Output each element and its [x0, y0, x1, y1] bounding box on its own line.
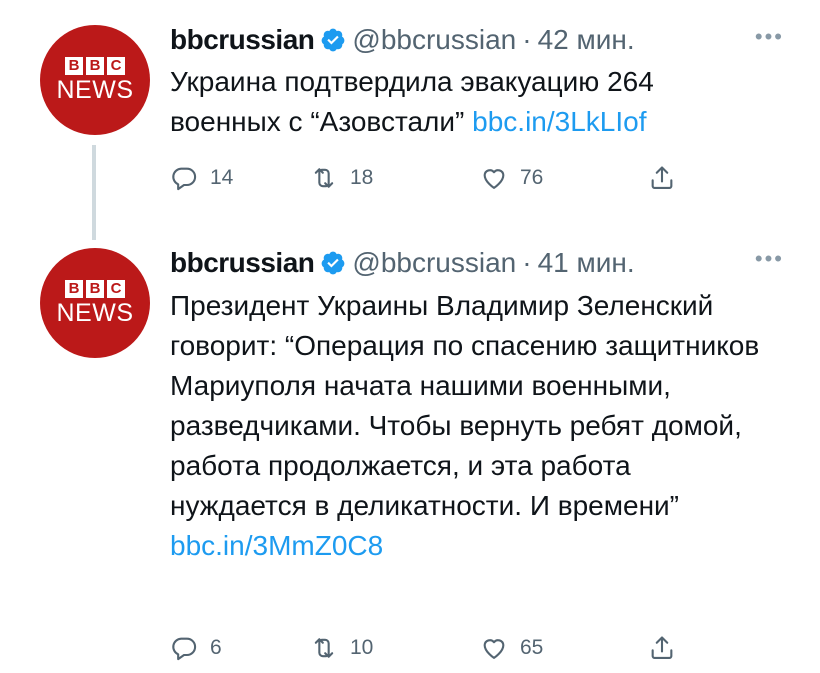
tweet-link[interactable]: bbc.in/3LkLIof [472, 106, 646, 137]
timestamp[interactable]: 41 мин. [538, 247, 635, 279]
reply-icon [172, 167, 197, 191]
display-name[interactable]: bbcrussian [170, 247, 315, 279]
tweet-text: Украина подтвердила эвакуацию 264 военны… [170, 62, 770, 142]
thread-connector-line [92, 145, 96, 240]
avatar[interactable]: B B C NEWS [40, 25, 150, 135]
tweet-link[interactable]: bbc.in/3MmZ0C8 [170, 530, 383, 561]
tweet-header: bbcrussian @bbcrussian · 41 мин. [170, 245, 635, 281]
share-icon [651, 166, 673, 189]
avatar[interactable]: B B C NEWS [40, 248, 150, 358]
share-icon [651, 636, 673, 659]
logo-word: NEWS [56, 76, 134, 104]
bbc-logo-blocks: B B C [65, 280, 125, 298]
verified-badge-icon [322, 251, 345, 275]
tweet-actions: 6 10 65 [170, 634, 690, 664]
verified-badge-icon [322, 28, 345, 52]
like-button[interactable]: 76 [480, 164, 543, 192]
retweet-count: 18 [350, 166, 374, 189]
like-count: 65 [520, 636, 544, 659]
reply-button[interactable]: 14 [170, 164, 233, 192]
reply-count: 6 [210, 636, 222, 659]
share-button[interactable] [648, 634, 688, 662]
logo-word: NEWS [56, 299, 134, 327]
handle[interactable]: @bbcrussian [352, 24, 516, 56]
heart-icon [483, 169, 505, 189]
reply-count: 14 [210, 166, 234, 189]
reply-button[interactable]: 6 [170, 634, 222, 662]
tweet-actions: 14 18 76 [170, 164, 690, 194]
reply-icon [172, 637, 197, 661]
like-count: 76 [520, 166, 544, 189]
tweet[interactable]: B B C NEWS bbcrussian @bbcrussian · 42 м… [0, 0, 820, 240]
separator: · [522, 247, 532, 278]
logo-letter: B [65, 57, 83, 75]
tweet[interactable]: B B C NEWS bbcrussian @bbcrussian · 41 м… [0, 240, 820, 673]
like-button[interactable]: 65 [480, 634, 543, 662]
display-name[interactable]: bbcrussian [170, 24, 315, 56]
logo-letter: B [86, 280, 104, 298]
handle[interactable]: @bbcrussian [352, 247, 516, 279]
logo-letter: B [86, 57, 104, 75]
more-horizontal-icon[interactable]: ••• [755, 24, 784, 50]
logo-letter: C [107, 57, 125, 75]
logo-letter: B [65, 280, 83, 298]
heart-icon [483, 639, 505, 659]
retweet-button[interactable]: 18 [310, 164, 373, 192]
timestamp[interactable]: 42 мин. [538, 24, 635, 56]
separator: · [522, 24, 532, 55]
bbc-logo-blocks: B B C [65, 57, 125, 75]
tweet-body: Президент Украины Владимир Зеленский гов… [170, 290, 760, 521]
retweet-button[interactable]: 10 [310, 634, 373, 662]
tweet-text: Президент Украины Владимир Зеленский гов… [170, 286, 770, 566]
retweet-icon [314, 168, 334, 188]
more-horizontal-icon[interactable]: ••• [755, 246, 784, 272]
retweet-count: 10 [350, 636, 374, 659]
logo-letter: C [107, 280, 125, 298]
share-button[interactable] [648, 164, 688, 192]
tweet-header: bbcrussian @bbcrussian · 42 мин. [170, 22, 635, 58]
retweet-icon [314, 638, 334, 658]
